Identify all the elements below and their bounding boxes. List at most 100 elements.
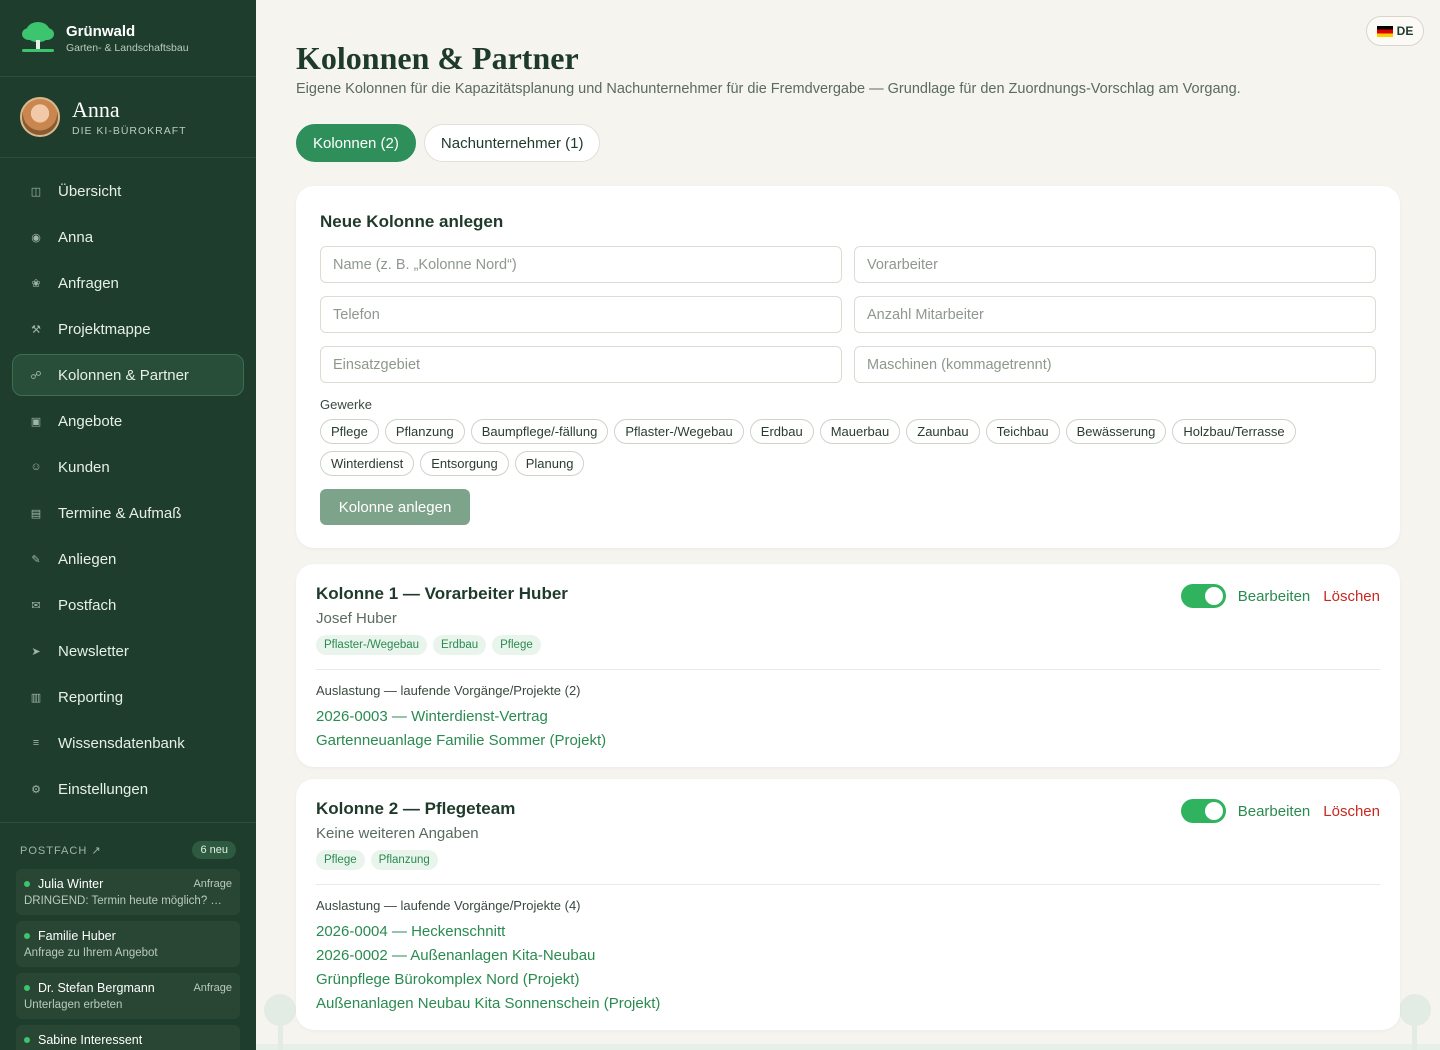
tab-nachunternehmer[interactable]: Nachunternehmer (1) xyxy=(423,124,601,162)
gewerk-chip[interactable]: Entsorgung xyxy=(420,451,509,476)
sidebar-item-postfach[interactable]: ✉ Postfach xyxy=(12,584,244,626)
overview-icon: ◫ xyxy=(30,185,42,198)
brand[interactable]: Grünwald Garten- & Landschaftsbau xyxy=(0,0,256,77)
vorgang-link[interactable]: 2026-0002 — Außenanlagen Kita-Neubau xyxy=(316,943,1380,967)
message-tag: Anfrage xyxy=(193,982,232,994)
gewerk-chip[interactable]: Pflanzung xyxy=(384,419,465,444)
sidebar-item-projektmappe[interactable]: ⚒ Projektmappe xyxy=(12,308,244,350)
edit-button[interactable]: Bearbeiten xyxy=(1238,803,1311,820)
assistant-name: Anna xyxy=(72,97,120,122)
auslastung-title: Auslastung — laufende Vorgänge/Projekte … xyxy=(316,683,581,698)
link-icon: ☍ xyxy=(30,369,42,382)
tree-logo-icon xyxy=(20,20,56,56)
gewerk-tags: Pflege Pflanzung xyxy=(316,850,1380,870)
einsatzgebiet-input[interactable] xyxy=(320,346,842,383)
page-title: Kolonnen & Partner xyxy=(296,40,579,76)
kolonne-subtitle: Josef Huber xyxy=(316,610,397,627)
vorgang-link[interactable]: Gartenneuanlage Familie Sommer (Projekt) xyxy=(316,728,1380,752)
gewerk-chip[interactable]: Zaunbau xyxy=(906,419,980,444)
sidebar-item-wissensdatenbank[interactable]: ≡ Wissensdatenbank xyxy=(12,722,244,764)
edit-button[interactable]: Bearbeiten xyxy=(1238,588,1311,605)
message-item[interactable]: Sabine Interessent xyxy=(16,1025,240,1050)
maschinen-input[interactable] xyxy=(854,346,1376,383)
message-item[interactable]: Julia Winter Anfrage DRINGEND: Termin heu… xyxy=(16,869,240,915)
page-subtitle: Eigene Kolonnen für die Kapazitätsplanun… xyxy=(296,81,1241,97)
document-icon: ▣ xyxy=(30,415,42,428)
sidebar-item-termine[interactable]: ▤ Termine & Aufmaß xyxy=(12,492,244,534)
gewerk-tags: Pflaster-/Wegebau Erdbau Pflege xyxy=(316,635,1380,655)
tab-bar: Kolonnen (2) Nachunternehmer (1) xyxy=(296,124,608,162)
sidebar-item-anfragen[interactable]: ❀ Anfragen xyxy=(12,262,244,304)
language-switch[interactable]: DE xyxy=(1366,16,1424,46)
kolonne-subtitle: Keine weiteren Angaben xyxy=(316,825,479,842)
gewerk-chip[interactable]: Teichbau xyxy=(985,419,1060,444)
sidebar-item-label: Projektmappe xyxy=(58,320,151,338)
pencil-icon: ✎ xyxy=(31,553,41,566)
message-tag: Anfrage xyxy=(193,878,232,890)
kolonne-card: Kolonne 2 — Pflegeteam Keine weiteren An… xyxy=(296,779,1400,1030)
sidebar-item-uebersicht[interactable]: ◫ Übersicht xyxy=(12,170,244,212)
telefon-input[interactable] xyxy=(320,296,842,333)
sidebar-item-angebote[interactable]: ▣ Angebote xyxy=(12,400,244,442)
message-sender: Julia Winter xyxy=(38,877,104,891)
gewerk-chip[interactable]: Mauerbau xyxy=(819,419,901,444)
message-item[interactable]: Familie Huber Anfrage zu Ihrem Angebot xyxy=(16,921,240,967)
assistant-profile[interactable]: Anna DIE KI-BÜROKRAFT xyxy=(0,77,256,158)
sidebar: Grünwald Garten- & Landschaftsbau Anna D… xyxy=(0,0,256,1050)
decorative-trunk xyxy=(278,1024,283,1050)
create-kolonne-button[interactable]: Kolonne anlegen xyxy=(320,489,470,525)
sidebar-item-kunden[interactable]: ☺ Kunden xyxy=(12,446,244,488)
vorgang-link[interactable]: Außenanlagen Neubau Kita Sonnenschein (P… xyxy=(316,991,1380,1015)
sidebar-item-newsletter[interactable]: ➤ Newsletter xyxy=(12,630,244,672)
vorgang-link[interactable]: 2026-0003 — Winterdienst-Vertrag xyxy=(316,704,1380,728)
gewerk-tag: Erdbau xyxy=(433,635,487,655)
gewerk-chip[interactable]: Baumpflege/-fällung xyxy=(470,419,609,444)
avatar xyxy=(20,97,60,137)
customer-icon: ☺ xyxy=(30,461,42,473)
sidebar-item-kolonnen-partner[interactable]: ☍ Kolonnen & Partner xyxy=(12,354,244,396)
vorgang-link[interactable]: Grünpflege Bürokomplex Nord (Projekt) xyxy=(316,967,1380,991)
kolonne-card: Kolonne 1 — Vorarbeiter Huber Josef Hube… xyxy=(296,564,1400,767)
sidebar-item-label: Kolonnen & Partner xyxy=(58,366,189,384)
gewerk-chip[interactable]: Planung xyxy=(514,451,585,476)
sidebar-item-label: Angebote xyxy=(58,412,123,430)
anzahl-mitarbeiter-input[interactable] xyxy=(854,296,1376,333)
message-preview: Anfrage zu Ihrem Angebot xyxy=(24,947,158,959)
gewerk-chip[interactable]: Pflaster-/Wegebau xyxy=(614,419,744,444)
kolonne-title: Kolonne 2 — Pflegeteam xyxy=(316,799,516,818)
sidebar-item-label: Wissensdatenbank xyxy=(58,734,185,752)
gewerk-chip[interactable]: Winterdienst xyxy=(320,451,415,476)
sidebar-item-anna[interactable]: ◉ Anna xyxy=(12,216,244,258)
assistant-role: DIE KI-BÜROKRAFT xyxy=(72,125,187,137)
gewerk-chip[interactable]: Bewässerung xyxy=(1065,419,1167,444)
sidebar-item-anliegen[interactable]: ✎ Anliegen xyxy=(12,538,244,580)
vorgang-link[interactable]: 2026-0004 — Heckenschnitt xyxy=(316,919,1380,943)
language-code: DE xyxy=(1396,24,1414,38)
decorative-tree-icon xyxy=(264,994,296,1026)
vorarbeiter-input[interactable] xyxy=(854,246,1376,283)
tab-kolonnen[interactable]: Kolonnen (2) xyxy=(296,124,416,162)
delete-button[interactable]: Löschen xyxy=(1323,588,1380,605)
gewerke-label: Gewerke xyxy=(320,397,373,412)
sidebar-item-einstellungen[interactable]: ⚙ Einstellungen xyxy=(12,768,244,810)
assistant-icon: ◉ xyxy=(31,231,41,244)
sidebar-item-label: Anliegen xyxy=(58,550,117,568)
active-toggle[interactable] xyxy=(1180,584,1226,608)
gewerk-chip[interactable]: Pflege xyxy=(320,419,379,444)
active-toggle[interactable] xyxy=(1180,799,1226,823)
postfach-title-link[interactable]: POSTFACH ↗ xyxy=(20,844,102,857)
gewerk-chip[interactable]: Erdbau xyxy=(749,419,814,444)
send-icon: ➤ xyxy=(31,645,41,658)
sidebar-item-label: Übersicht xyxy=(58,182,122,200)
decorative-trunk xyxy=(1412,1024,1417,1050)
gewerk-chip[interactable]: Holzbau/Terrasse xyxy=(1172,419,1296,444)
name-input[interactable] xyxy=(320,246,842,283)
sidebar-item-label: Postfach xyxy=(58,596,117,614)
gear-icon: ⚙ xyxy=(31,783,41,796)
sidebar-item-reporting[interactable]: ▥ Reporting xyxy=(12,676,244,718)
delete-button[interactable]: Löschen xyxy=(1323,803,1380,820)
message-preview: DRINGEND: Termin heute möglich? … xyxy=(24,895,222,907)
form-title: Neue Kolonne anlegen xyxy=(320,212,504,231)
unread-badge: 6 neu xyxy=(192,841,236,859)
message-item[interactable]: Dr. Stefan Bergmann Anfrage Unterlagen er… xyxy=(16,973,240,1019)
